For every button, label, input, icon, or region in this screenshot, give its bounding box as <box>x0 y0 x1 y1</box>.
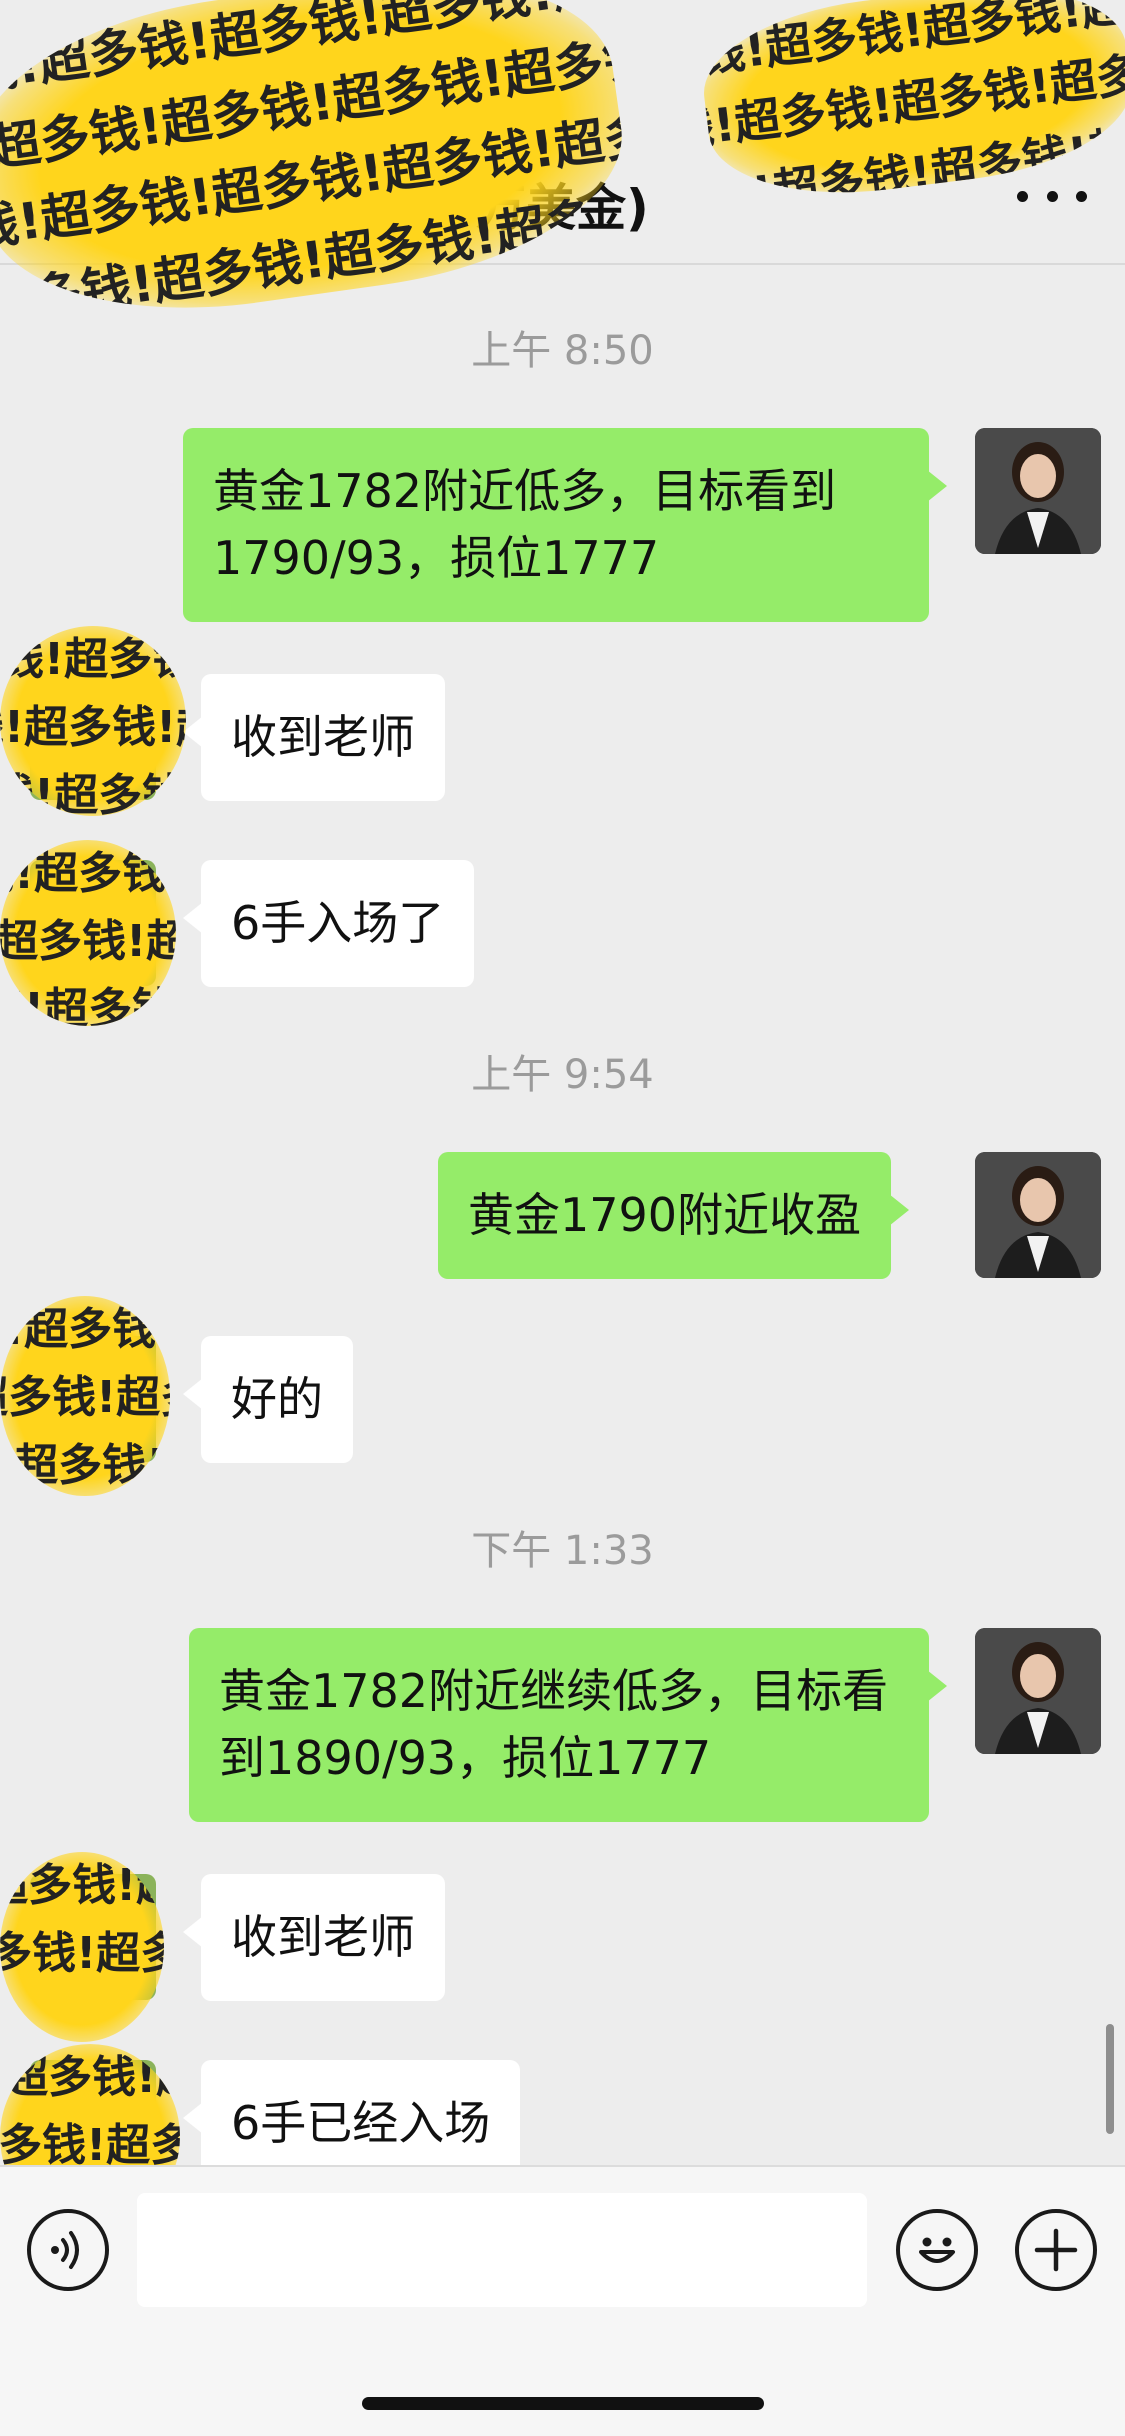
my-avatar[interactable] <box>975 1628 1101 1754</box>
my-avatar[interactable] <box>975 428 1101 554</box>
input-bar <box>0 2165 1125 2436</box>
dot <box>1046 190 1058 202</box>
more-dots-icon[interactable] <box>1017 176 1087 216</box>
contact-avatar[interactable] <box>30 1336 156 1462</box>
received-message[interactable]: 收到老师 <box>183 674 445 801</box>
emoji-icon-glyph <box>919 2237 955 2263</box>
received-message[interactable]: 收到老师 <box>183 1874 445 2001</box>
plus-icon[interactable] <box>1015 2209 1097 2291</box>
my-avatar[interactable] <box>975 1152 1101 1278</box>
person-icon <box>975 1628 1101 1754</box>
contact-avatar[interactable] <box>30 860 156 986</box>
sent-message[interactable]: 黄金1782附近低多，目标看到1790/93，损位1777 <box>183 428 947 622</box>
received-message[interactable]: 6手入场了 <box>182 860 475 987</box>
sent-message[interactable]: 黄金1782附近继续低多，目标看到1890/93，损位1777 <box>189 1628 947 1822</box>
plus-icon-glyph <box>1034 2228 1078 2272</box>
received-message[interactable]: 好的 <box>183 1336 353 1463</box>
home-indicator[interactable] <box>362 2397 764 2410</box>
contact-avatar[interactable] <box>30 1874 156 2000</box>
contact-avatar[interactable] <box>30 674 156 800</box>
timestamp: 下午 1:33 <box>471 1528 654 1574</box>
dot <box>1017 190 1028 202</box>
chat-header: 万美金) <box>0 0 1125 265</box>
person-icon <box>975 428 1101 554</box>
person-icon <box>975 1152 1101 1278</box>
message-input[interactable] <box>137 2193 867 2307</box>
dot <box>1076 190 1087 202</box>
chat-title: 万美金) <box>476 179 649 237</box>
sent-message[interactable]: 黄金1790附近收盈 <box>438 1152 910 1279</box>
scrollbar[interactable] <box>1106 2024 1114 2134</box>
timestamp: 上午 8:50 <box>471 328 654 374</box>
voice-icon[interactable] <box>27 2209 109 2291</box>
emoji-icon[interactable] <box>896 2209 978 2291</box>
timestamp: 上午 9:54 <box>471 1052 654 1098</box>
voice-icon-glyph <box>51 2231 79 2269</box>
